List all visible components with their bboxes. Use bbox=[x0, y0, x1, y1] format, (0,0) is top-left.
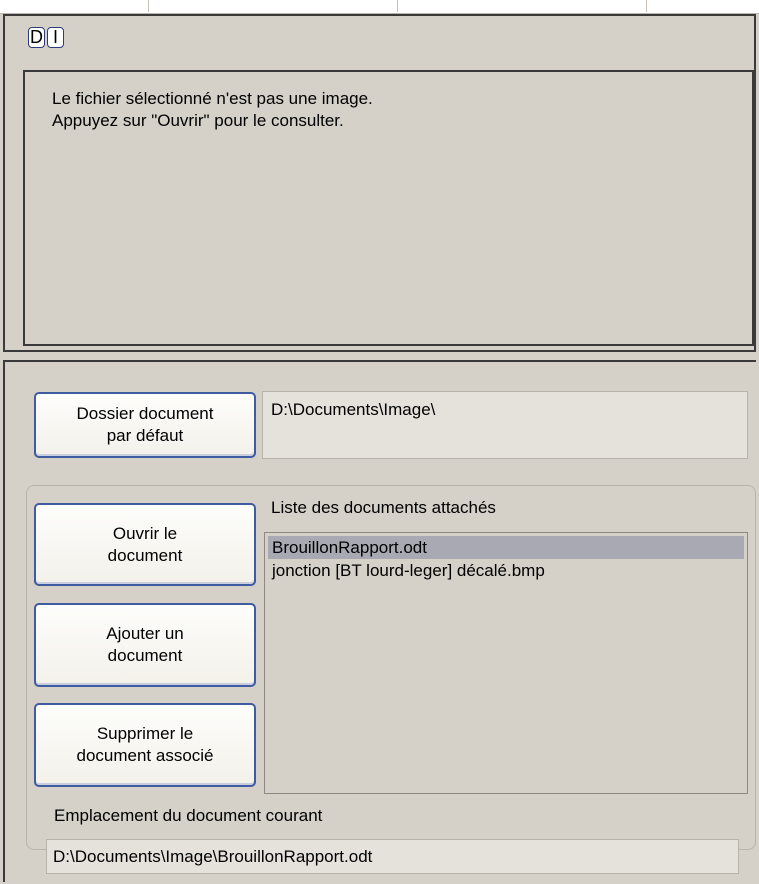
preview-section: D I Le fichier sélectionné n'est pas une… bbox=[3, 14, 756, 352]
preview-message-line-1: Le fichier sélectionné n'est pas une ima… bbox=[52, 89, 373, 108]
toggle-d-button[interactable]: D bbox=[28, 27, 45, 48]
add-document-button[interactable]: Ajouter un document bbox=[34, 603, 256, 687]
default-folder-path-field: D:\Documents\Image\ bbox=[262, 391, 748, 459]
default-folder-button[interactable]: Dossier document par défaut bbox=[34, 392, 256, 458]
top-strip-segment bbox=[149, 0, 398, 12]
attached-document-item[interactable]: jonction [BT lourd-leger] décalé.bmp bbox=[268, 559, 744, 582]
open-document-button[interactable]: Ouvrir le document bbox=[34, 503, 256, 586]
top-strip-segment bbox=[398, 0, 647, 12]
top-strip-segment bbox=[0, 0, 149, 12]
preview-box: Le fichier sélectionné n'est pas une ima… bbox=[23, 70, 754, 346]
preview-message-line-2: Appuyez sur "Ouvrir" pour le consulter. bbox=[52, 111, 344, 130]
toggle-i-button[interactable]: I bbox=[47, 27, 64, 48]
add-document-button-label: Ajouter un document bbox=[106, 624, 184, 665]
attached-list-label: Liste des documents attachés bbox=[271, 498, 496, 517]
default-folder-button-label: Dossier document par défaut bbox=[76, 404, 214, 445]
attached-documents-list[interactable]: BrouillonRapport.odt jonction [BT lourd-l… bbox=[264, 532, 748, 794]
delete-document-button[interactable]: Supprimer le document associé bbox=[34, 703, 256, 787]
attached-document-item[interactable]: BrouillonRapport.odt bbox=[268, 536, 744, 559]
top-strip bbox=[0, 0, 759, 14]
delete-document-button-label: Supprimer le document associé bbox=[76, 724, 214, 765]
current-location-label: Emplacement du document courant bbox=[54, 806, 323, 825]
current-location-path-field: D:\Documents\Image\BrouillonRapport.odt bbox=[46, 839, 739, 874]
open-document-button-label: Ouvrir le document bbox=[107, 523, 183, 565]
